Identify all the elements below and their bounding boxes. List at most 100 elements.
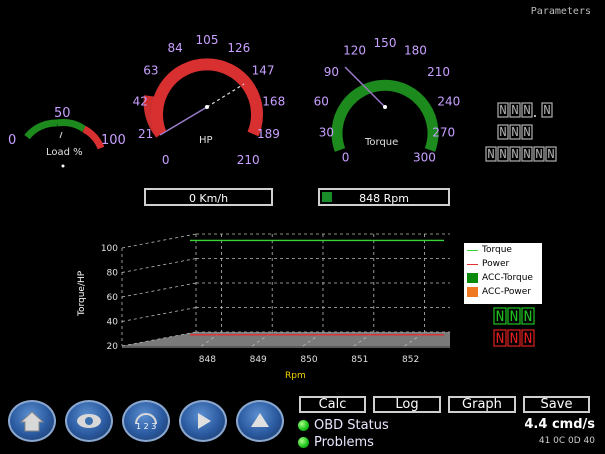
y-tick-label: 100 xyxy=(101,244,118,254)
speed-readout: 0 Km/h xyxy=(144,188,273,206)
svg-text:N: N xyxy=(547,147,554,161)
save-button[interactable]: Save xyxy=(523,396,590,413)
torque-tick: 240 xyxy=(437,95,460,109)
hp-tick: 42 xyxy=(133,94,148,108)
green-digit-pair: NNN xyxy=(493,307,535,325)
hp-tick: 21 xyxy=(138,127,153,141)
speed-value: 0 Km/h xyxy=(188,192,229,205)
y-tick-label: 80 xyxy=(107,269,119,279)
digits-icon: 1 2 3 xyxy=(135,413,157,431)
log-button[interactable]: Log xyxy=(373,396,441,413)
chart-x-label: Rpm xyxy=(285,371,306,381)
svg-text:N: N xyxy=(523,147,530,161)
obd-status-label: OBD Status xyxy=(314,418,389,433)
chart-grid xyxy=(121,233,450,347)
x-tick-label: 851 xyxy=(351,355,368,365)
hp-gauge-label: HP xyxy=(199,135,213,146)
problems-status[interactable]: Problems xyxy=(298,435,374,450)
digits-button[interactable]: 1 2 3 xyxy=(122,400,170,442)
svg-text:1 2 3: 1 2 3 xyxy=(136,422,156,431)
chart-x-ticks: 848 849 850 851 852 xyxy=(199,355,419,365)
obd-status[interactable]: OBD Status xyxy=(298,418,389,433)
rpm-value: 848 Rpm xyxy=(359,192,409,205)
svg-text:N: N xyxy=(499,147,506,161)
torque-tick: 30 xyxy=(319,126,334,140)
legend-item: ACC-Torque xyxy=(464,271,542,285)
svg-text:N: N xyxy=(523,103,530,117)
svg-text:N: N xyxy=(511,147,518,161)
svg-text:N: N xyxy=(510,331,518,347)
digit-row-1: NNN xyxy=(497,102,533,118)
hp-tick: 210 xyxy=(237,153,260,167)
problems-led-icon xyxy=(298,437,309,448)
y-tick-label: 20 xyxy=(107,342,119,352)
svg-text:N: N xyxy=(499,103,506,117)
digit-row-2: NNN xyxy=(497,124,533,140)
load-tick: 0 xyxy=(8,133,16,148)
command-rate: 4.4 cmd/s xyxy=(524,417,595,432)
hp-gauge: HP xyxy=(143,58,263,146)
torque-tick: 150 xyxy=(374,36,397,50)
legend-item: Power xyxy=(464,257,542,271)
hp-tick: 147 xyxy=(252,63,275,77)
torque-tick: 210 xyxy=(427,65,450,79)
torque-tick: 60 xyxy=(314,95,329,109)
svg-text:N: N xyxy=(510,309,518,325)
svg-text:N: N xyxy=(496,309,504,325)
digit-row-1-decimal: N xyxy=(541,102,553,118)
hp-tick: 189 xyxy=(257,127,280,141)
svg-text:N: N xyxy=(523,125,530,139)
eye-icon xyxy=(77,414,101,428)
x-tick-label: 852 xyxy=(402,355,419,365)
play-button[interactable] xyxy=(179,400,227,442)
x-tick-label: 848 xyxy=(199,355,216,365)
rpm-bar-fill xyxy=(322,192,333,202)
torque-tick: 90 xyxy=(324,65,339,79)
hp-tick: 105 xyxy=(196,33,219,47)
torque-tick: 0 xyxy=(342,150,350,164)
torque-gauge-label: Torque xyxy=(364,137,398,148)
obd-response-hex: 41 0C 0D 40 xyxy=(538,436,595,446)
svg-text:N: N xyxy=(496,331,504,347)
calc-button[interactable]: Calc xyxy=(299,396,366,413)
torque-tick: 120 xyxy=(343,44,366,58)
obd-status-led-icon xyxy=(298,420,309,431)
chart-y-ticks: 100 80 60 40 20 xyxy=(101,244,118,352)
eject-button[interactable] xyxy=(236,400,284,442)
graph-button[interactable]: Graph xyxy=(448,396,516,413)
legend-item: ACC-Power xyxy=(464,285,542,299)
torque-gauge: Torque xyxy=(331,66,439,152)
svg-text:N: N xyxy=(499,125,506,139)
chart-legend: Torque Power ACC-Torque ACC-Power xyxy=(464,243,542,304)
hp-needle xyxy=(159,106,208,136)
small-digit-displays: N N NN N N xyxy=(493,307,535,347)
x-tick-label: 849 xyxy=(250,355,267,365)
svg-text:N: N xyxy=(543,103,550,117)
svg-text:N: N xyxy=(511,125,518,139)
play-icon xyxy=(198,413,211,429)
up-arrow-icon xyxy=(251,413,269,427)
torque-tick: 300 xyxy=(413,150,436,164)
svg-text:N: N xyxy=(535,147,542,161)
legend-swatch xyxy=(467,249,478,251)
digit-row-3: NNNNNN xyxy=(485,146,557,162)
view-button[interactable] xyxy=(65,400,113,442)
home-icon xyxy=(20,411,44,432)
y-tick-label: 40 xyxy=(107,318,119,328)
home-button[interactable] xyxy=(8,400,56,442)
rpm-readout: 848 Rpm xyxy=(318,188,450,206)
hp-tick: 84 xyxy=(167,41,182,55)
load-tick: 100 xyxy=(101,133,126,148)
hp-tick: 126 xyxy=(227,41,250,55)
svg-text:N: N xyxy=(524,331,532,347)
digit-displays: N N N NN N NN N N N N N xyxy=(485,102,557,162)
legend-swatch xyxy=(467,273,478,283)
legend-swatch xyxy=(467,287,478,297)
problems-label: Problems xyxy=(314,435,374,450)
chart-series xyxy=(190,239,444,336)
red-digit-pair: NNN xyxy=(493,329,535,347)
hp-tick: 0 xyxy=(162,153,170,167)
svg-text:N: N xyxy=(524,309,532,325)
svg-text:N: N xyxy=(487,147,494,161)
load-gauge-label: Load % xyxy=(46,147,83,158)
